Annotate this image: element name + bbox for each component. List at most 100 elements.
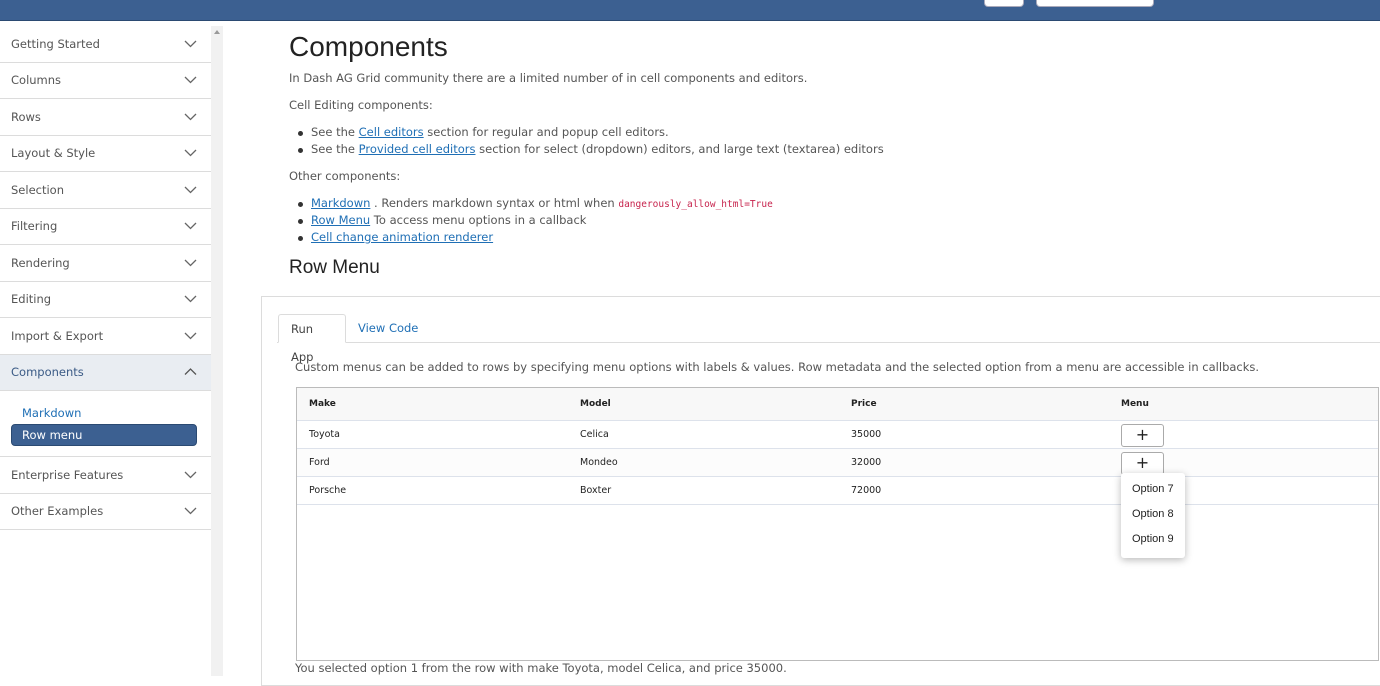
cell-model[interactable]: Boxter	[580, 477, 611, 505]
code-snippet: dangerously_allow_html=True	[618, 199, 773, 210]
table-row[interactable]: Toyota Celica 35000 +	[297, 421, 1378, 449]
cell-price[interactable]: 32000	[851, 449, 881, 477]
sidebar: Getting Started Columns Rows Layout & St…	[0, 26, 211, 676]
sidebar-item-label: Rows	[11, 109, 41, 124]
chevron-down-icon	[184, 183, 197, 196]
column-header-menu[interactable]: Menu	[1121, 388, 1149, 421]
tab-view-code[interactable]: View Code	[346, 314, 430, 343]
cell-model[interactable]: Mondeo	[580, 449, 618, 477]
sidebar-item-enterprise-features[interactable]: Enterprise Features	[0, 457, 211, 494]
ag-grid: Make Model Price Menu Toyota Celica 3500…	[296, 387, 1379, 661]
cell-make[interactable]: Ford	[309, 449, 330, 477]
tabs-divider	[277, 342, 1380, 343]
list-item: See the Cell editors section for regular…	[311, 125, 669, 139]
cell-price[interactable]: 72000	[851, 477, 881, 505]
chevron-down-icon	[184, 146, 197, 159]
sidebar-scrollbar[interactable]	[211, 26, 223, 676]
chevron-down-icon	[184, 256, 197, 269]
cell-editing-heading: Cell Editing components:	[289, 98, 433, 112]
list-item-prefix: See the	[311, 125, 359, 139]
cell-price[interactable]: 35000	[851, 421, 881, 449]
cell-make[interactable]: Porsche	[309, 477, 346, 505]
sidebar-item-label: Enterprise Features	[11, 467, 124, 482]
row-menu-popup: Option 7 Option 8 Option 9	[1121, 473, 1185, 558]
menu-option-9[interactable]: Option 9	[1132, 533, 1174, 545]
sidebar-item-label: Import & Export	[11, 328, 104, 343]
sidebar-item-label: Editing	[11, 292, 52, 307]
grid-header: Make Model Price Menu	[297, 388, 1378, 421]
sidebar-item-label: Getting Started	[11, 36, 100, 51]
sidebar-item-filtering[interactable]: Filtering	[0, 209, 211, 245]
bullet-icon	[298, 236, 303, 241]
sidebar-item-editing[interactable]: Editing	[0, 282, 211, 318]
chevron-up-icon	[184, 365, 197, 378]
sidebar-item-selection[interactable]: Selection	[0, 172, 211, 209]
navbar-control[interactable]	[984, 0, 1024, 7]
intro-text: In Dash AG Grid community there are a li…	[289, 71, 808, 85]
bullet-icon	[298, 219, 303, 224]
other-components-heading: Other components:	[289, 169, 401, 183]
app-description: Custom menus can be added to rows by spe…	[295, 360, 1260, 374]
bullet-icon	[298, 131, 303, 136]
list-item: Cell change animation renderer	[311, 230, 493, 244]
sidebar-item-label: Columns	[11, 73, 62, 88]
list-item-suffix: . Renders markdown syntax or html when	[370, 196, 619, 210]
column-header-make[interactable]: Make	[309, 388, 336, 421]
list-item: Markdown . Renders markdown syntax or ht…	[311, 196, 773, 210]
row-menu-link[interactable]: Row Menu	[311, 213, 370, 227]
sidebar-item-label: Rendering	[11, 255, 70, 270]
sidebar-item-label: Components	[11, 365, 84, 380]
bullet-icon	[298, 148, 303, 153]
section-title: Row Menu	[289, 257, 380, 278]
sidebar-item-rows[interactable]: Rows	[0, 99, 211, 136]
menu-option-8[interactable]: Option 8	[1132, 508, 1174, 520]
list-item-suffix: section for select (dropdown) editors, a…	[475, 142, 884, 156]
chevron-down-icon	[184, 110, 197, 123]
list-item-suffix: section for regular and popup cell edito…	[423, 125, 669, 139]
column-header-model[interactable]: Model	[580, 388, 611, 421]
scroll-up-arrow-icon[interactable]	[214, 30, 220, 34]
sidebar-item-import-export[interactable]: Import & Export	[0, 318, 211, 355]
sidebar-item-other-examples[interactable]: Other Examples	[0, 494, 211, 530]
markdown-link[interactable]: Markdown	[311, 196, 370, 210]
sidebar-item-label: Layout & Style	[11, 146, 96, 161]
page-title: Components	[289, 31, 448, 62]
sidebar-item-label: Selection	[11, 182, 64, 197]
sidebar-item-label: Filtering	[11, 219, 58, 234]
sidebar-item-label: Other Examples	[11, 504, 104, 519]
bullet-icon	[298, 202, 303, 207]
sidebar-item-columns[interactable]: Columns	[0, 63, 211, 99]
sidebar-subitems-components: Markdown Row menu	[0, 391, 211, 457]
provided-cell-editors-link[interactable]: Provided cell editors	[359, 142, 476, 156]
chevron-down-icon	[184, 292, 197, 305]
chevron-down-icon	[184, 504, 197, 517]
sidebar-item-components[interactable]: Components	[0, 354, 211, 391]
chevron-down-icon	[184, 329, 197, 342]
table-row[interactable]: Porsche Boxter 72000	[297, 477, 1378, 505]
menu-option-7[interactable]: Option 7	[1132, 483, 1174, 495]
row-menu-button[interactable]: +	[1121, 452, 1164, 475]
cell-change-animation-link[interactable]: Cell change animation renderer	[311, 230, 493, 244]
chevron-down-icon	[184, 37, 197, 50]
sidebar-item-rendering[interactable]: Rendering	[0, 245, 211, 282]
sidebar-item-layout-style[interactable]: Layout & Style	[0, 136, 211, 172]
sidebar-subitem-markdown[interactable]: Markdown	[22, 406, 81, 420]
cell-make[interactable]: Toyota	[309, 421, 340, 449]
column-header-price[interactable]: Price	[851, 388, 877, 421]
list-item: Row Menu To access menu options in a cal…	[311, 213, 586, 227]
table-row[interactable]: Ford Mondeo 32000 +	[297, 449, 1378, 477]
tab-run-app[interactable]: Run App	[278, 314, 346, 364]
list-item-prefix: See the	[311, 142, 359, 156]
row-menu-button[interactable]: +	[1121, 424, 1164, 447]
cell-editors-link[interactable]: Cell editors	[359, 125, 424, 139]
list-item-suffix: To access menu options in a callback	[370, 213, 587, 227]
navbar-search-input[interactable]	[1036, 0, 1154, 7]
chevron-down-icon	[184, 468, 197, 481]
chevron-down-icon	[184, 73, 197, 86]
selection-result-text: You selected option 1 from the row with …	[295, 661, 787, 675]
sidebar-item-getting-started[interactable]: Getting Started	[0, 26, 211, 63]
top-navbar	[0, 0, 1380, 21]
list-item: See the Provided cell editors section fo…	[311, 142, 884, 156]
sidebar-subitem-row-menu[interactable]: Row menu	[11, 424, 197, 446]
cell-model[interactable]: Celica	[580, 421, 609, 449]
